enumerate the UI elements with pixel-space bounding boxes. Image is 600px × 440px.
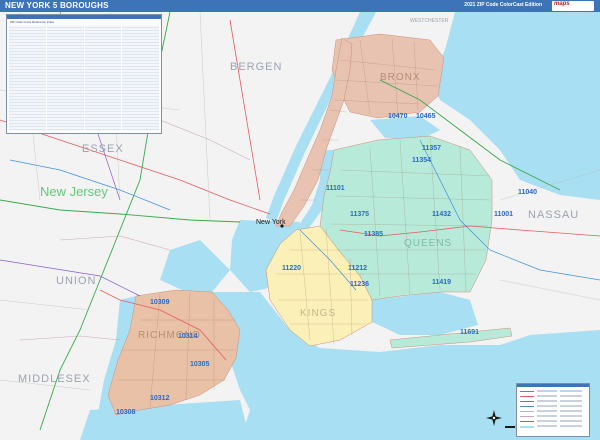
zip-index-header [7, 15, 161, 19]
legend-text [560, 395, 582, 397]
legend-text [537, 415, 557, 417]
title-bar: NEW YORK 5 BOROUGHS 2021 ZIP Code ColorC… [0, 0, 600, 12]
logo-mark: maps [554, 1, 570, 7]
edition-label: 2021 ZIP Code ColorCast Edition [464, 2, 542, 8]
legend-text [560, 415, 582, 417]
map-title: NEW YORK 5 BOROUGHS [5, 1, 109, 10]
legend-text [560, 420, 582, 422]
legend-row-zip-line [520, 420, 586, 423]
legend-row-water [520, 425, 586, 428]
zip-10309: 10309 [150, 299, 170, 306]
legend-text [537, 390, 557, 392]
zip-index-columns [9, 25, 159, 131]
legend-row-us-highway [520, 395, 586, 398]
legend-text [560, 410, 582, 412]
zip-10312: 10312 [150, 395, 170, 402]
map-legend [516, 383, 590, 437]
label-essex: ESSEX [82, 143, 124, 155]
zip-11001: 11001 [494, 211, 513, 218]
zip-index-column [46, 25, 84, 131]
zip-11419: 11419 [432, 279, 451, 286]
zip-10308: 10308 [116, 409, 136, 416]
zip-11220: 11220 [282, 265, 301, 272]
legend-text [560, 405, 582, 407]
legend-header [517, 384, 589, 387]
zip-11212: 11212 [348, 265, 367, 272]
label-queens: QUEENS [404, 238, 452, 249]
zip-index-title: ZIP Code Cross Reference Index [10, 20, 55, 24]
legend-text [537, 410, 557, 412]
label-bergen: BERGEN [230, 61, 282, 73]
label-kings: KINGS [300, 308, 336, 319]
zip-11101: 11101 [326, 185, 345, 192]
legend-swatch [520, 391, 534, 393]
zip-11385: 11385 [364, 231, 383, 238]
legend-text [560, 400, 582, 402]
legend-row-county-line [520, 415, 586, 418]
legend-swatch [520, 411, 534, 413]
label-union: UNION [56, 275, 96, 287]
zip-10314: 10314 [178, 333, 198, 340]
legend-text [537, 400, 557, 402]
zip-10465: 10465 [416, 113, 436, 120]
label-bronx: BRONX [380, 72, 421, 83]
map-page: NEW YORK 5 BOROUGHS 2021 ZIP Code ColorC… [0, 0, 600, 440]
legend-row-interstate [520, 390, 586, 393]
legend-row-local-road [520, 410, 586, 413]
zip-10470: 10470 [388, 113, 408, 120]
zip-10305: 10305 [190, 361, 210, 368]
zip-index-column [9, 25, 46, 131]
legend-row-state-highway [520, 400, 586, 403]
zip-11691: 11691 [460, 329, 479, 336]
legend-swatch [520, 406, 534, 408]
zip-index-column [122, 25, 159, 131]
legend-swatch [520, 426, 534, 428]
legend-text [537, 395, 557, 397]
publisher-logo: maps [552, 1, 594, 11]
legend-text [537, 405, 557, 407]
zip-11432: 11432 [432, 211, 451, 218]
zip-11236: 11236 [350, 281, 369, 288]
legend-row-county-road [520, 405, 586, 408]
label-nassau: NASSAU [528, 209, 579, 221]
legend-swatch [520, 416, 534, 418]
legend-swatch [520, 401, 534, 403]
zip-11375: 11375 [350, 211, 369, 218]
label-westchester: WESTCHESTER [410, 18, 449, 24]
label-middlesex: MIDDLESEX [18, 373, 91, 385]
legend-text [537, 420, 557, 422]
legend-text [537, 425, 557, 427]
zip-11357: 11357 [422, 145, 441, 152]
zip-index-column [84, 25, 122, 131]
zip-11354: 11354 [412, 157, 431, 164]
label-new-jersey: New Jersey [40, 184, 108, 199]
legend-swatch [520, 421, 534, 423]
zip-index-panel: ZIP Code Cross Reference Index [6, 14, 162, 134]
legend-text [560, 390, 582, 392]
legend-swatch [520, 396, 534, 398]
zip-11040: 11040 [518, 189, 537, 196]
new-york-city-dot [280, 224, 284, 228]
legend-text [560, 425, 582, 427]
